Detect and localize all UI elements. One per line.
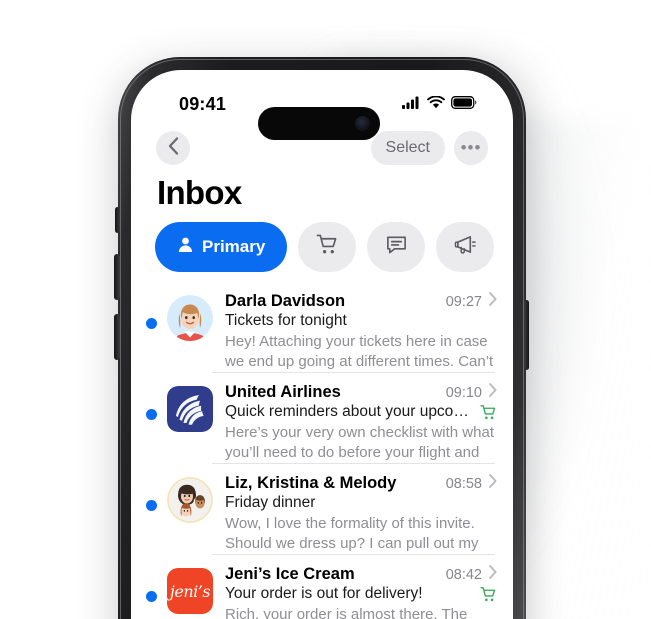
mail-sender: United Airlines [225,383,341,401]
cart-badge-icon [480,404,497,421]
mail-preview: Wow, I love the formality of this invite… [225,515,479,552]
table-row[interactable]: Darla Davidson 09:27 Tickets for tonight… [131,282,513,373]
jenis-logo: jeni’s [167,568,213,614]
volume-up-button[interactable] [114,254,120,300]
tab-transactions[interactable] [298,222,357,272]
megaphone-icon [454,233,477,261]
avatar [167,477,213,523]
unread-indicator [146,591,157,602]
tab-promotions[interactable] [436,222,495,272]
mail-list: Darla Davidson 09:27 Tickets for tonight… [131,282,513,619]
power-button[interactable] [524,300,529,370]
mail-content: Liz, Kristina & Melody 08:58 Friday dinn… [225,474,497,553]
volume-down-button[interactable] [114,314,120,360]
chevron-right-icon [489,565,497,582]
chevron-right-icon [489,383,497,400]
mail-preview: Rich, your order is almost there. The it… [225,606,468,619]
ellipsis-icon: ••• [460,138,482,157]
navigation-bar: Select ••• [131,126,513,178]
phone-screen: 09:41 Select ••• Inbox Primary Darla Dav… [131,70,513,619]
cellular-bars-icon [402,96,421,114]
mail-content: Darla Davidson 09:27 Tickets for tonight… [225,292,497,371]
back-button[interactable] [156,131,190,165]
mail-sender: Liz, Kristina & Melody [225,474,397,492]
mail-content: Jeni’s Ice Cream 08:42 Your order is out… [225,565,497,619]
mail-subject: Your order is out for delivery! [225,585,423,602]
unread-indicator [146,318,157,329]
avatar [167,386,213,432]
mail-subject: Tickets for tonight [225,312,347,329]
mail-preview: Hey! Attaching your tickets here in case… [225,333,494,370]
tab-updates[interactable] [367,222,426,272]
avatar [167,295,213,341]
select-button[interactable]: Select [370,131,445,165]
cart-icon [316,233,339,261]
mail-content: United Airlines 09:10 Quick reminders ab… [225,383,497,462]
table-row[interactable]: jeni’s Jeni’s Ice Cream 08:42 Your order [131,555,513,619]
mail-time: 09:27 [445,294,482,310]
status-bar-time: 09:41 [179,94,227,114]
cart-badge-icon [480,586,497,603]
mail-time: 09:10 [445,385,482,401]
mail-time: 08:58 [445,476,482,492]
more-options-button[interactable]: ••• [454,131,488,165]
mail-subject: Friday dinner [225,494,316,511]
mail-sender: Darla Davidson [225,292,346,310]
mail-sender: Jeni’s Ice Cream [225,565,355,583]
mail-subject: Quick reminders about your upcoming… [225,403,474,420]
select-button-label: Select [385,139,430,156]
chat-bubble-icon [385,233,408,261]
status-bar: 09:41 [131,92,513,140]
page-title: Inbox [157,174,242,211]
person-icon [177,236,194,258]
tab-primary[interactable]: Primary [155,222,288,272]
silent-switch-button[interactable] [115,207,120,233]
chevron-left-icon [168,136,179,160]
status-bar-indicators [402,95,477,114]
wifi-icon [427,95,445,114]
table-row[interactable]: United Airlines 09:10 Quick reminders ab… [131,373,513,464]
unread-indicator [146,409,157,420]
mailbox-filter-tabs: Primary [155,222,495,272]
screenshot-stage: 09:41 Select ••• Inbox Primary Darla Dav… [0,0,651,619]
table-row[interactable]: Liz, Kristina & Melody 08:58 Friday dinn… [131,464,513,555]
unread-indicator [146,500,157,511]
mail-preview: Here’s your very own checklist with what… [225,424,494,461]
chevron-right-icon [489,292,497,309]
avatar: jeni’s [167,568,213,614]
battery-full-icon [451,96,477,114]
mail-time: 08:42 [445,567,482,583]
tab-primary-label: Primary [202,237,266,256]
chevron-right-icon [489,474,497,491]
